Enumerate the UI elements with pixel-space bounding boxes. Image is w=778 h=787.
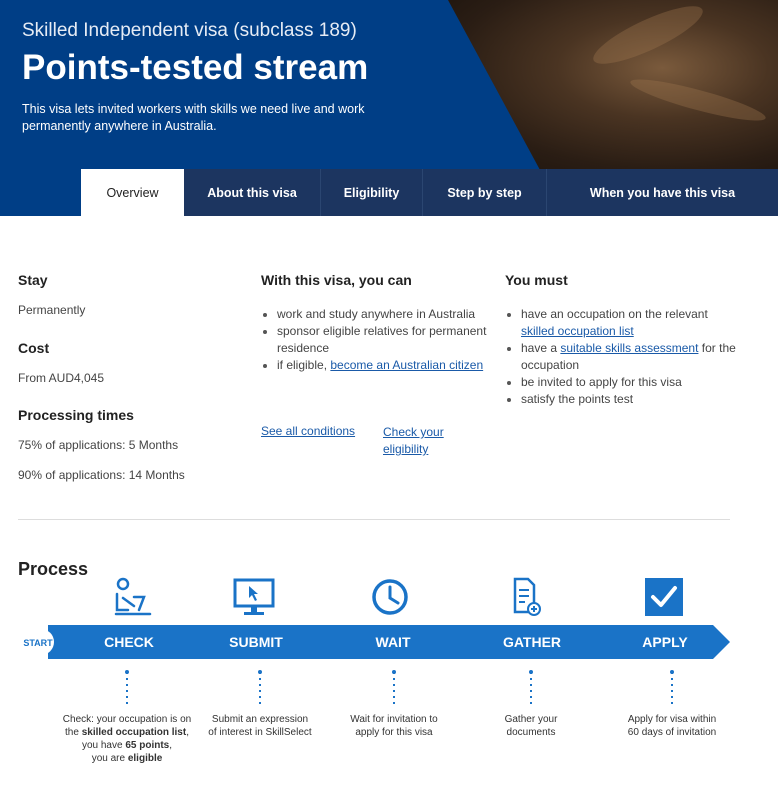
desc-line: documents xyxy=(506,727,556,738)
photo-texture xyxy=(587,0,709,74)
step-wait-description: Wait for invitation to apply for this vi… xyxy=(334,713,454,739)
processing-times-label: Processing times xyxy=(18,407,134,423)
step-apply-description: Apply for visa within 60 days of invitat… xyxy=(612,713,732,739)
list-item: work and study anywhere in Australia xyxy=(261,306,496,323)
you-must-list: have an occupation on the relevant skill… xyxy=(505,306,740,408)
cost-value: From AUD4,045 xyxy=(18,371,105,385)
processing-90-percent: 90% of applications: 14 Months xyxy=(18,468,185,482)
list-item-text: if eligible, xyxy=(277,358,331,372)
photo-texture xyxy=(627,72,769,128)
list-item: have a suitable skills assessment for th… xyxy=(505,340,740,374)
connector-dots xyxy=(125,670,674,674)
person-at-laptop-icon xyxy=(114,577,152,616)
desc-line: apply for this visa xyxy=(355,727,433,738)
desc-bold: skilled occupation list xyxy=(81,727,187,738)
check-eligibility-link[interactable]: Check your eligibility xyxy=(383,424,463,458)
desc-text: the xyxy=(65,727,82,738)
tab-overview[interactable]: Overview xyxy=(81,169,184,216)
page-description: This visa lets invited workers with skil… xyxy=(22,102,365,133)
desc-line: the skilled occupation list, xyxy=(52,726,202,739)
desc-text: you have xyxy=(81,740,126,751)
desc-line: Gather your xyxy=(504,714,558,725)
step-wait-label: WAIT xyxy=(376,634,411,650)
monitor-cursor-icon xyxy=(233,578,275,615)
desc-line: you have 65 points, xyxy=(52,739,202,752)
page-title: Points-tested stream xyxy=(22,48,369,87)
list-item: if eligible, become an Australian citize… xyxy=(261,357,496,374)
stay-label: Stay xyxy=(18,272,48,288)
cost-label: Cost xyxy=(18,340,50,356)
processing-75-percent: 75% of applications: 5 Months xyxy=(18,438,179,452)
tab-bar: Overview About this visa Eligibility Ste… xyxy=(81,169,778,216)
hero-photo xyxy=(448,0,778,170)
tab-when-you-have-this-visa[interactable]: When you have this visa xyxy=(547,169,778,216)
list-item: sponsor eligible relatives for permanent… xyxy=(261,323,496,357)
desc-line: Apply for visa within xyxy=(627,714,717,725)
clock-icon xyxy=(372,579,408,615)
step-submit-label: SUBMIT xyxy=(229,634,283,650)
with-this-visa-heading: With this visa, you can xyxy=(261,272,412,288)
desc-text: , xyxy=(169,740,173,751)
tab-about-this-visa[interactable]: About this visa xyxy=(184,169,321,216)
list-item: satisfy the points test xyxy=(505,391,740,408)
list-item-text: have a xyxy=(521,341,561,355)
desc-line: Check: your occupation is on xyxy=(62,714,192,725)
you-must-heading: You must xyxy=(505,272,568,288)
start-label: START xyxy=(23,638,53,648)
step-gather-label: GATHER xyxy=(503,634,561,650)
desc-text: , xyxy=(186,727,189,738)
desc-line: Submit an expression xyxy=(211,714,309,725)
visa-subclass: Skilled Independent visa (subclass 189) xyxy=(22,20,357,41)
step-check-label: CHECK xyxy=(104,634,154,650)
list-item: be invited to apply for this visa xyxy=(505,374,740,391)
checkbox-icon xyxy=(645,578,683,616)
list-item-text: have an occupation on the relevant xyxy=(521,307,708,321)
tab-step-by-step[interactable]: Step by step xyxy=(423,169,547,216)
skilled-occupation-list-link[interactable]: skilled occupation list xyxy=(521,324,634,338)
list-item: have an occupation on the relevant skill… xyxy=(505,306,740,340)
desc-line: of interest in SkillSelect xyxy=(208,727,312,738)
become-citizen-link[interactable]: become an Australian citizen xyxy=(330,358,483,372)
desc-text: you are xyxy=(91,753,128,764)
desc-bold: eligible xyxy=(127,753,163,764)
tab-eligibility[interactable]: Eligibility xyxy=(321,169,423,216)
desc-line: you are eligible xyxy=(52,752,202,765)
see-all-conditions-link[interactable]: See all conditions xyxy=(261,424,355,438)
step-gather-description: Gather your documents xyxy=(481,713,581,739)
stay-value: Permanently xyxy=(18,303,86,317)
document-add-icon xyxy=(513,577,541,616)
section-divider xyxy=(18,519,730,520)
step-check-description: Check: your occupation is on the skilled… xyxy=(52,713,202,765)
step-connectors xyxy=(126,672,673,704)
desc-bold: 65 points xyxy=(125,740,170,751)
desc-line: Wait for invitation to xyxy=(350,714,438,725)
desc-line: 60 days of invitation xyxy=(627,727,717,738)
step-submit-description: Submit an expression of interest in Skil… xyxy=(195,713,325,739)
skills-assessment-link[interactable]: suitable skills assessment xyxy=(560,341,698,355)
step-apply-label: APPLY xyxy=(642,634,688,650)
with-this-visa-list: work and study anywhere in Australia spo… xyxy=(261,306,496,374)
